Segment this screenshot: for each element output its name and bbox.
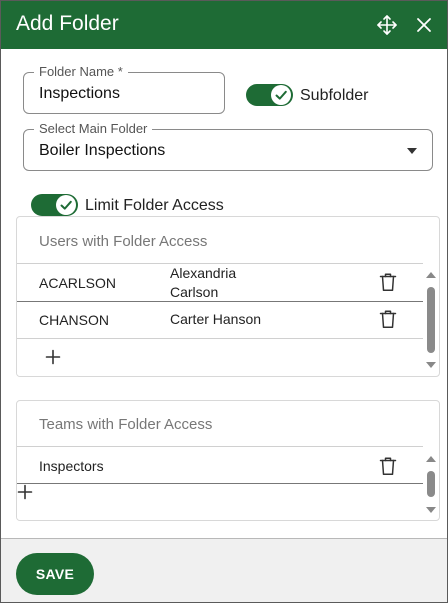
user-username: CHANSON bbox=[39, 312, 110, 328]
user-username: ACARLSON bbox=[39, 275, 117, 291]
delete-user-icon[interactable] bbox=[379, 272, 397, 292]
add-folder-dialog: Add Folder Folder Name * Inspections Sub… bbox=[0, 0, 448, 603]
user-row[interactable]: CHANSON Carter Hanson bbox=[17, 302, 423, 338]
dialog-header: Add Folder bbox=[1, 1, 447, 49]
teams-panel-header: Teams with Folder Access bbox=[39, 416, 213, 433]
folder-name-label: Folder Name * bbox=[34, 64, 128, 80]
save-button[interactable]: SAVE bbox=[16, 553, 94, 595]
add-user-row bbox=[17, 338, 423, 376]
subfolder-toggle[interactable] bbox=[246, 84, 293, 106]
team-row[interactable]: Inspectors bbox=[17, 446, 423, 483]
subfolder-label: Subfolder bbox=[300, 87, 369, 104]
add-team-icon[interactable] bbox=[17, 484, 33, 504]
users-scrollbar-thumb[interactable] bbox=[427, 287, 435, 353]
main-folder-value: Boiler Inspections bbox=[39, 142, 166, 159]
main-folder-label: Select Main Folder bbox=[34, 121, 153, 137]
team-name: Inspectors bbox=[39, 458, 104, 474]
delete-team-icon[interactable] bbox=[379, 456, 397, 476]
teams-scrollbar-thumb[interactable] bbox=[427, 471, 435, 497]
users-scroll-up-icon[interactable] bbox=[426, 272, 436, 278]
add-team-row bbox=[17, 484, 423, 520]
users-panel-header: Users with Folder Access bbox=[39, 233, 208, 250]
user-row[interactable]: ACARLSON Alexandria Carlson bbox=[17, 263, 423, 301]
subfolder-toggle-knob bbox=[271, 85, 291, 105]
dropdown-arrow-icon[interactable] bbox=[407, 148, 417, 154]
add-user-icon[interactable] bbox=[45, 349, 61, 365]
folder-name-value[interactable]: Inspections bbox=[39, 85, 120, 103]
limit-access-label: Limit Folder Access bbox=[85, 197, 224, 214]
dialog-footer: SAVE bbox=[1, 538, 447, 602]
move-icon[interactable] bbox=[375, 13, 399, 37]
user-fullname-line2: Carlson bbox=[170, 284, 219, 300]
users-access-panel: Users with Folder Access ACARLSON Alexan… bbox=[16, 216, 440, 377]
limit-access-toggle[interactable] bbox=[31, 194, 78, 216]
user-fullname-line1: Carter Hanson bbox=[170, 311, 262, 327]
teams-scroll-down-icon[interactable] bbox=[426, 507, 436, 513]
user-fullname-line1: Alexandria bbox=[170, 265, 237, 281]
limit-access-toggle-knob bbox=[56, 195, 76, 215]
folder-name-field[interactable]: Folder Name * Inspections bbox=[23, 64, 225, 114]
check-icon bbox=[60, 200, 72, 210]
close-icon[interactable] bbox=[412, 13, 436, 37]
dialog-title: Add Folder bbox=[16, 12, 119, 35]
main-folder-select[interactable]: Select Main Folder Boiler Inspections bbox=[23, 121, 433, 171]
check-icon bbox=[275, 90, 287, 100]
users-scroll-down-icon[interactable] bbox=[426, 362, 436, 368]
delete-user-icon[interactable] bbox=[379, 309, 397, 329]
teams-scroll-up-icon[interactable] bbox=[426, 456, 436, 462]
teams-access-panel: Teams with Folder Access Inspectors bbox=[16, 400, 440, 521]
